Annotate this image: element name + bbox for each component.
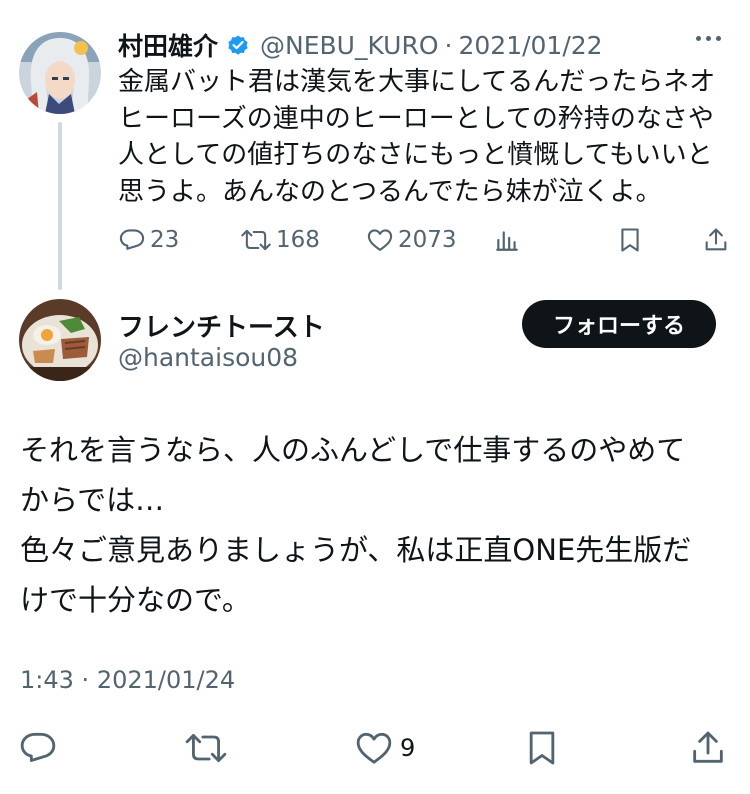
reply-tweet-text: それを言うなら、人のふんどしで仕事するのやめて からでは… 色々ご意見ありましょ… [20,425,720,625]
share-icon [693,731,723,763]
analytics-button[interactable] [494,222,520,258]
reply-timestamp[interactable]: 1:43 · 2021/01/24 [20,666,235,694]
text-line: 金属バット君は漢気を大事にしてるんだったらネオ [118,67,716,97]
like-count: 9 [400,734,416,762]
parent-author-handle[interactable]: @NEBU_KURO [260,31,439,60]
like-button[interactable]: 2073 [366,222,457,258]
follow-button[interactable]: フォローする [522,300,716,348]
reply-button[interactable] [18,722,58,774]
parent-tweet-header: 村田雄介 @NEBU_KURO · 2021/01/22 [118,25,603,65]
avatar-reply-author[interactable] [19,299,101,381]
analytics-icon [496,231,518,251]
avatar-food-photo [19,299,101,381]
parent-tweet-actions: 23 168 2073 [116,222,736,258]
text-line: からでは… [20,483,165,517]
retweet-button[interactable]: 168 [240,222,320,258]
bookmark-icon [529,731,555,765]
like-count: 2073 [398,227,457,253]
reply-icon [20,732,56,762]
verified-badge-icon [226,33,250,57]
heart-icon [367,229,393,251]
text-line: 色々ご意見ありましょうが、私は正直ONE先生版だ [20,533,692,567]
retweet-button[interactable] [184,722,228,774]
share-icon [705,228,727,251]
parent-tweet-date[interactable]: 2021/01/22 [458,31,602,60]
retweet-icon [185,734,227,762]
text-line: それを言うなら、人のふんどしで仕事するのやめて [20,433,686,467]
reply-tweet-actions: 9 [0,722,750,774]
thread-connector-line [58,122,62,290]
parent-tweet-text: 金属バット君は漢気を大事にしてるんだったらネオ ヒーローズの連中のヒーローとして… [118,64,728,210]
reply-author-name[interactable]: フレンチトースト [118,307,325,344]
reply-date: 2021/01/24 [96,666,236,694]
like-button[interactable]: 9 [354,722,415,774]
heart-icon [356,732,392,764]
reply-button[interactable]: 23 [118,222,179,258]
bookmark-icon [621,228,639,252]
header-separator: · [444,30,453,60]
text-line: けで十分なので。 [20,583,251,617]
reply-icon [119,229,145,250]
reply-time: 1:43 [20,666,74,694]
meta-separator: · [81,666,90,694]
bookmark-button[interactable] [616,222,644,258]
text-line: ヒーローズの連中のヒーローとしての矜持のなさや [118,103,714,134]
text-line: 人としての値打ちのなさにもっと憤慨してもいいと [118,140,713,170]
reply-author-handle[interactable]: @hantaisou08 [118,343,298,372]
bookmark-button[interactable] [522,722,562,774]
reply-count: 23 [150,227,180,253]
share-button[interactable] [702,222,730,258]
text-line: 思うよ。あんなのとつるんでたら妹が泣くよ。 [118,176,662,207]
avatar-illustration [19,32,101,114]
more-options-icon[interactable] [696,36,721,41]
share-button[interactable] [688,722,728,774]
avatar-parent-author[interactable] [19,32,101,114]
retweet-count: 168 [276,227,320,253]
parent-author-name[interactable]: 村田雄介 [118,27,218,63]
retweet-icon [241,229,271,251]
